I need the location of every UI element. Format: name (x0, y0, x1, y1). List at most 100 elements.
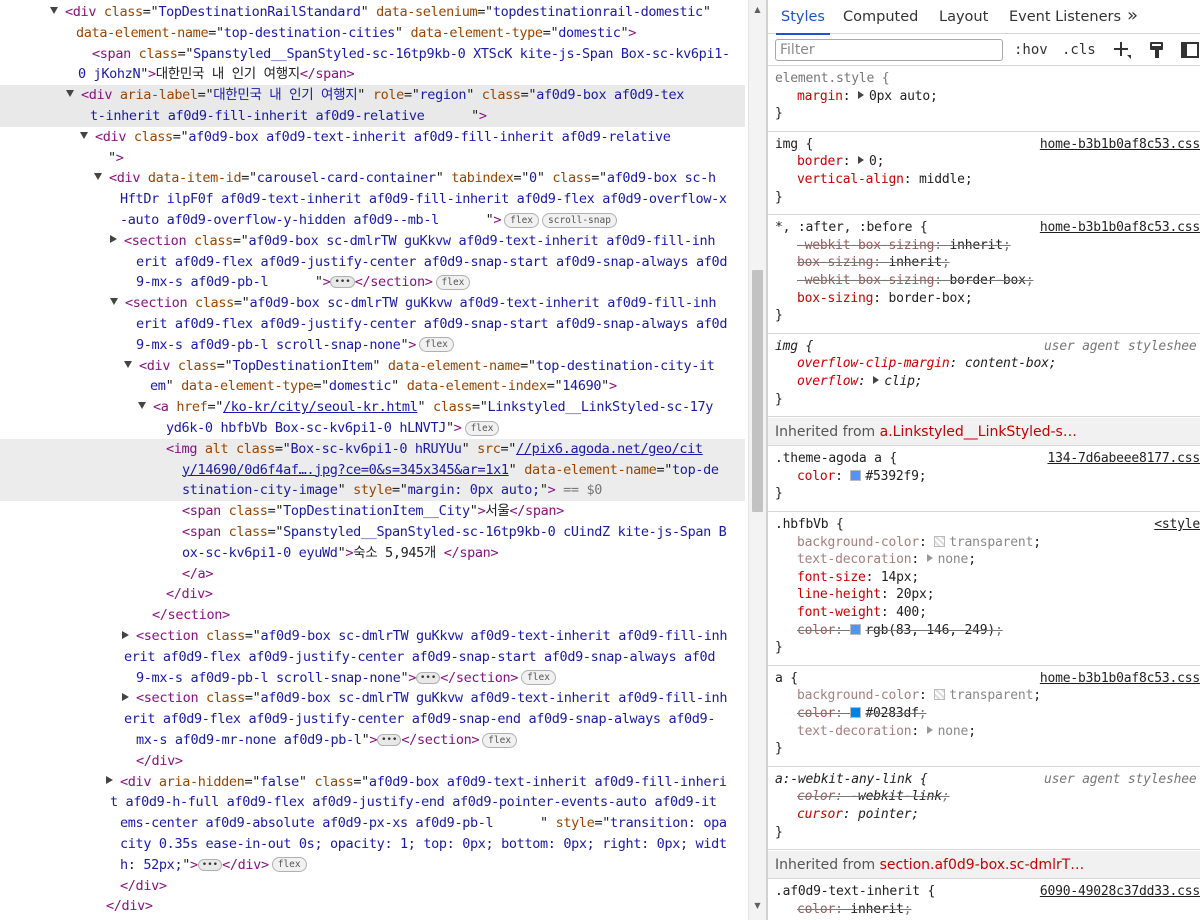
dom-node-line[interactable]: </div> (0, 584, 745, 605)
css-property-value[interactable]: inherit (850, 902, 904, 917)
new-style-rule-icon[interactable] (1112, 40, 1132, 60)
cls-toggle-button[interactable]: .cls (1062, 42, 1096, 58)
css-property-value[interactable]: 400 (896, 605, 919, 620)
dom-node-line[interactable]: <span class="Spanstyled__SpanStyled-sc-1… (0, 44, 745, 65)
flex-badge[interactable]: flex (419, 337, 454, 353)
color-swatch-icon[interactable] (934, 535, 946, 547)
expand-shorthand-icon[interactable] (858, 90, 865, 99)
css-property-name[interactable]: -webkit-box-sizing (797, 238, 934, 253)
dom-node-line[interactable]: erit af0d9-flex af0d9-justify-center af0… (0, 709, 745, 730)
rule-selector[interactable]: .af0d9-text-inherit { (775, 883, 935, 901)
dom-node-line[interactable]: t-inherit af0d9-fill-inherit af0d9-relat… (0, 106, 745, 127)
expand-shorthand-icon[interactable] (926, 725, 933, 734)
css-property-name[interactable]: overflow (797, 374, 858, 389)
css-property-value[interactable]: 14px (881, 570, 912, 585)
color-swatch-icon[interactable] (934, 689, 946, 701)
expand-triangle-icon[interactable] (122, 692, 129, 701)
dom-node-line[interactable]: "> (0, 148, 745, 169)
dom-node-line[interactable]: <span class="TopDestinationItem__City">서… (0, 501, 745, 522)
dom-node-line[interactable]: <section class="af0d9-box sc-dmlrTW guKk… (0, 688, 745, 709)
css-property-name[interactable]: color (797, 706, 835, 721)
css-property[interactable]: cursor: pointer; (797, 806, 919, 824)
dom-node-line[interactable]: <div aria-hidden="false" class="af0d9-bo… (0, 772, 745, 793)
dom-link-value[interactable]: y/14690/0d6f4af….jpg?ce=0&s=345x345&ar=1… (182, 462, 509, 478)
css-property-name[interactable]: box-sizing (797, 291, 873, 306)
inherited-selector-link[interactable]: a.Linkstyled__LinkStyled-s… (880, 424, 1077, 440)
color-swatch-icon[interactable] (850, 469, 862, 481)
css-property-value[interactable]: 0px auto (869, 89, 930, 104)
dom-node-line[interactable]: <a href="/ko-kr/city/seoul-kr.html" clas… (0, 397, 745, 418)
rule-selector[interactable]: .theme-agoda a { (775, 450, 897, 468)
expand-triangle-icon[interactable] (106, 776, 113, 785)
css-property-value[interactable]: transparent (949, 535, 1033, 550)
css-property-name[interactable]: vertical-align (797, 172, 904, 187)
dom-node-line[interactable]: <span class="Spanstyled__SpanStyled-sc-1… (0, 522, 745, 543)
dom-node-line[interactable]: -auto af0d9-overflow-y-hidden af0d9--mb-… (0, 210, 745, 231)
flex-badge[interactable]: flex (521, 670, 556, 686)
css-property-name[interactable]: overflow-clip-margin (797, 356, 950, 371)
css-property[interactable]: color: #0283df; (797, 705, 927, 723)
css-property-name[interactable]: margin (797, 89, 843, 104)
dom-node-line[interactable]: 9-mx-s af0d9-pb-l scroll-snap-none"> ••• <… (0, 668, 745, 689)
collapsed-children-ellipsis-icon[interactable]: ••• (416, 671, 441, 684)
css-property-name[interactable]: border (797, 154, 843, 169)
stylesheet-source-link[interactable]: <style (1154, 516, 1200, 534)
stylesheet-source-link[interactable]: home-b3b1b0af8c53.css (1040, 670, 1200, 688)
dom-node-line[interactable]: <section class="af0d9-box sc-dmlrTW guKk… (0, 293, 745, 314)
css-property[interactable]: vertical-align: middle; (797, 171, 973, 189)
css-property-name[interactable]: box-sizing (797, 255, 873, 270)
css-property-value[interactable]: #0283df (865, 706, 919, 721)
rule-selector[interactable]: img { (775, 136, 813, 154)
dom-node-line[interactable]: </div> (0, 876, 745, 897)
dom-node-line[interactable]: yd6k-0 hbfbVb Box-sc-kv6pi1-0 hLNVTJ"> fl… (0, 418, 745, 439)
dom-node-line[interactable]: </a> (0, 564, 745, 585)
css-property-value[interactable]: 0 (869, 154, 877, 169)
dom-node-line[interactable]: <section class="af0d9-box sc-dmlrTW guKk… (0, 626, 745, 647)
more-tabs-icon[interactable]: » (1127, 0, 1138, 33)
dom-node-line[interactable]: <section class="af0d9-box sc-dmlrTW guKk… (0, 231, 745, 252)
css-property[interactable]: font-weight: 400; (797, 604, 927, 622)
dom-node-line[interactable]: ox-sc-kv6pi1-0 eyuWd">숙소 5,945개 </span> (0, 543, 745, 564)
stylesheet-source-link[interactable]: home-b3b1b0af8c53.css (1040, 219, 1200, 237)
dom-node-line[interactable]: h: 52px;"> ••• </div> flex (0, 855, 745, 876)
styles-filter-input[interactable] (775, 39, 1003, 61)
css-property-value[interactable]: rgb(83, 146, 249) (865, 623, 995, 638)
tab-layout[interactable]: Layout (939, 0, 988, 34)
collapse-triangle-icon[interactable] (110, 298, 118, 306)
tab-styles[interactable]: Styles (776, 0, 830, 35)
scroll-down-arrow-icon[interactable]: ▼ (749, 898, 766, 914)
css-property-name[interactable]: line-height (797, 587, 881, 602)
toggle-sidebar-icon[interactable] (1180, 40, 1200, 60)
dom-node-line[interactable]: 0 jKohzN">대한민국 내 인기 여행지</span> (0, 64, 745, 85)
scrollbar-thumb[interactable] (752, 270, 763, 512)
scroll-up-arrow-icon[interactable]: ▲ (749, 2, 766, 18)
css-property-value[interactable]: inherit (889, 255, 943, 270)
paint-brush-icon[interactable] (1147, 40, 1167, 60)
dom-node-line-selected[interactable]: stination-city-image" style="margin: 0px… (0, 480, 745, 502)
css-property[interactable]: text-decoration: none; (797, 551, 976, 569)
stylesheet-source-link[interactable]: home-b3b1b0af8c53.css (1040, 136, 1200, 154)
css-property-value[interactable]: 20px (896, 587, 927, 602)
dom-node-line[interactable]: <div class="TopDestinationRailStandard" … (0, 2, 745, 23)
css-property-name[interactable]: -webkit-box-sizing (797, 273, 934, 288)
dom-node-line[interactable]: t af0d9-h-full af0d9-flex af0d9-justify-… (0, 792, 745, 813)
collapse-triangle-icon[interactable] (66, 90, 74, 98)
css-property-name[interactable]: text-decoration (797, 552, 912, 567)
rule-selector[interactable]: *, :after, :before { (775, 219, 928, 237)
css-property-name[interactable]: background-color (797, 688, 919, 703)
dom-node-line[interactable]: <div data-item-id="carousel-card-contain… (0, 168, 745, 189)
css-property[interactable]: box-sizing: inherit; (797, 254, 950, 272)
css-property[interactable]: line-height: 20px; (797, 586, 935, 604)
css-property[interactable]: font-size: 14px; (797, 569, 919, 587)
css-property[interactable]: color: -webkit-link; (797, 788, 950, 806)
collapsed-children-ellipsis-icon[interactable]: ••• (377, 734, 402, 746)
hov-toggle-button[interactable]: :hov (1014, 42, 1048, 58)
dom-node-line[interactable]: <div class="af0d9-box af0d9-text-inherit… (0, 127, 745, 148)
css-property-name[interactable]: color (797, 469, 835, 484)
css-property[interactable]: overflow-clip-margin: content-box; (797, 355, 1057, 373)
css-property-name[interactable]: color (797, 789, 835, 804)
css-property[interactable]: background-color: transparent; (797, 534, 1041, 552)
dom-node-line[interactable]: erit af0d9-flex af0d9-justify-center af0… (0, 647, 745, 668)
stylesheet-source-link[interactable]: 134-7d6abeee8177.css (1047, 450, 1200, 468)
dom-node-line[interactable]: data-element-name="top-destination-citie… (0, 23, 745, 44)
